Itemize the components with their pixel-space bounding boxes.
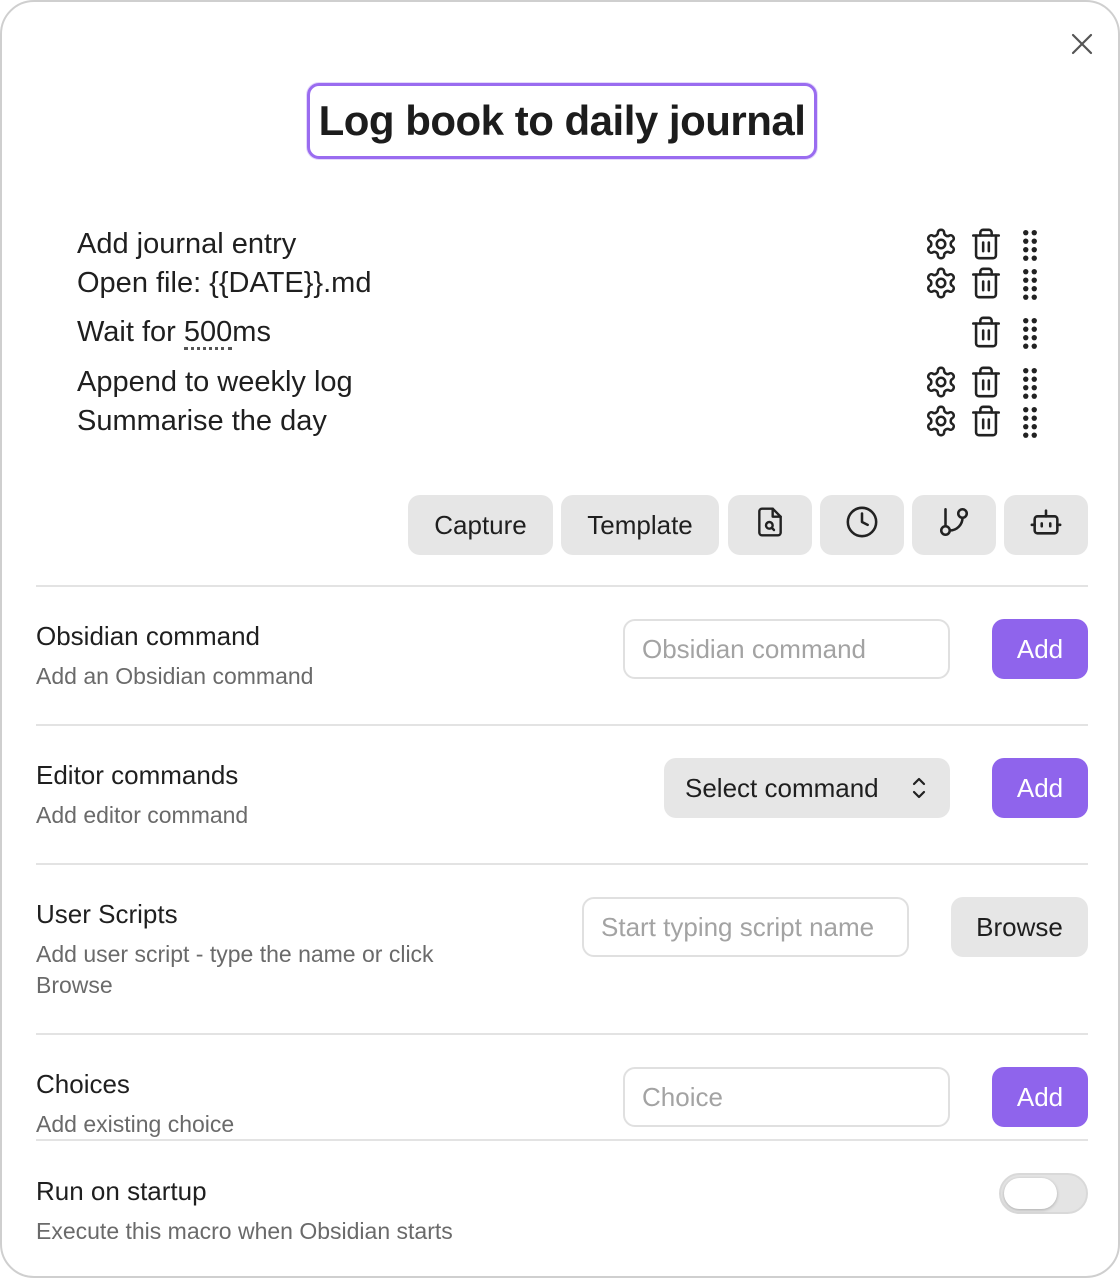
command-item: Append to weekly log — [77, 362, 1057, 402]
add-choice-button[interactable]: Add — [992, 1067, 1088, 1127]
divider — [36, 724, 1088, 726]
obsidian-command-name: Obsidian command — [36, 621, 260, 651]
trash-icon[interactable] — [968, 265, 1004, 301]
toggle-knob — [1004, 1178, 1057, 1209]
wait-button[interactable] — [820, 495, 904, 555]
divider — [36, 585, 1088, 587]
gear-icon[interactable] — [923, 403, 959, 439]
choices-name: Choices — [36, 1069, 130, 1099]
trash-icon[interactable] — [968, 226, 1004, 262]
browse-button[interactable]: Browse — [951, 897, 1088, 957]
divider — [36, 1033, 1088, 1035]
macro-title-input[interactable]: Log book to daily journal — [307, 83, 817, 159]
clock-icon — [845, 505, 879, 546]
command-item: Summarise the day — [77, 401, 1057, 441]
user-script-input[interactable]: Start typing script name — [582, 897, 909, 957]
wait-label-prefix: Wait for — [77, 316, 184, 348]
wait-label-suffix: ms — [232, 316, 271, 348]
command-label: Append to weekly log — [77, 366, 353, 398]
template-button[interactable]: Template — [561, 495, 719, 555]
file-search-button[interactable] — [728, 495, 812, 555]
command-label: Wait for 500ms — [77, 312, 271, 352]
drag-handle-icon[interactable] — [1012, 364, 1048, 400]
command-label: Add journal entry — [77, 228, 297, 260]
ai-assistant-button[interactable] — [1004, 495, 1088, 555]
editor-commands-name: Editor commands — [36, 760, 239, 790]
run-on-startup-name: Run on startup — [36, 1176, 207, 1206]
command-item: Open file: {{DATE}}.md — [77, 263, 1057, 303]
obsidian-command-input[interactable]: Obsidian command — [623, 619, 950, 679]
chevron-up-down-icon — [908, 775, 930, 808]
user-scripts-desc: Add user script - type the name or click… — [36, 941, 434, 998]
file-search-icon — [754, 506, 786, 545]
trash-icon[interactable] — [968, 403, 1004, 439]
run-on-startup-toggle[interactable] — [999, 1173, 1088, 1214]
git-branch-icon — [937, 505, 971, 546]
command-item: Add journal entry — [77, 224, 1057, 264]
drag-handle-icon[interactable] — [1012, 226, 1048, 262]
user-scripts-name: User Scripts — [36, 899, 178, 929]
wait-duration-value[interactable]: 500 — [183, 317, 233, 350]
editor-commands-desc: Add editor command — [36, 802, 249, 828]
editor-command-select-value: Select command — [685, 772, 879, 803]
trash-icon[interactable] — [968, 364, 1004, 400]
macro-settings-modal: Log book to daily journal Add journal en… — [0, 0, 1120, 1278]
command-label: Summarise the day — [77, 405, 327, 437]
command-item: Wait for 500ms — [77, 312, 1057, 352]
drag-handle-icon[interactable] — [1012, 403, 1048, 439]
close-icon[interactable] — [1064, 26, 1100, 62]
drag-handle-icon[interactable] — [1012, 314, 1048, 350]
capture-button[interactable]: Capture — [408, 495, 553, 555]
divider — [36, 863, 1088, 865]
conditional-button[interactable] — [912, 495, 996, 555]
gear-icon[interactable] — [923, 265, 959, 301]
gear-icon[interactable] — [923, 226, 959, 262]
gear-icon[interactable] — [923, 364, 959, 400]
choices-desc: Add existing choice — [36, 1111, 235, 1137]
bot-icon — [1029, 505, 1063, 546]
divider — [36, 1139, 1088, 1141]
choice-input[interactable]: Choice — [623, 1067, 950, 1127]
trash-icon[interactable] — [968, 314, 1004, 350]
add-obsidian-command-button[interactable]: Add — [992, 619, 1088, 679]
add-editor-command-button[interactable]: Add — [992, 758, 1088, 818]
run-on-startup-desc: Execute this macro when Obsidian starts — [36, 1218, 453, 1244]
obsidian-command-desc: Add an Obsidian command — [36, 663, 314, 689]
editor-command-select[interactable]: Select command — [664, 758, 950, 818]
drag-handle-icon[interactable] — [1012, 265, 1048, 301]
command-label: Open file: {{DATE}}.md — [77, 267, 372, 299]
